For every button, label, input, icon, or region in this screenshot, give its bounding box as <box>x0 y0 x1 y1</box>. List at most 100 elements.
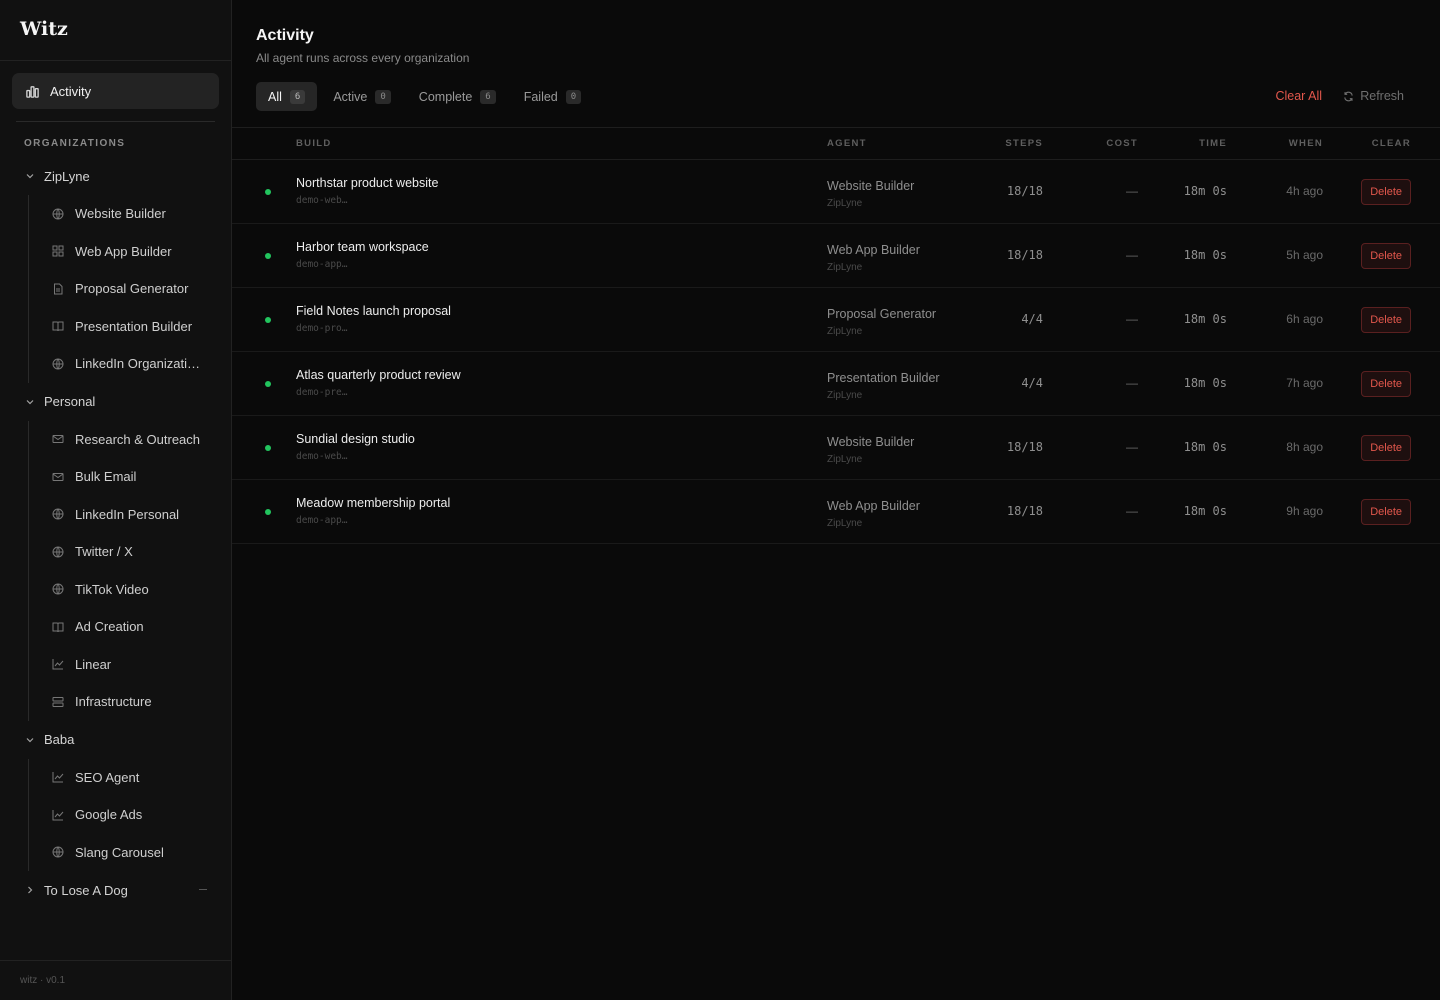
app-root: Witz Activity ORGANIZATIONS ZipLyne Websi… <box>0 0 1440 1000</box>
sidebar-agent-item[interactable]: Research & Outreach <box>0 421 231 459</box>
cost-value: — <box>1126 440 1138 454</box>
tab-failed[interactable]: Failed 0 <box>512 82 593 111</box>
when-value: 5h ago <box>1286 248 1323 262</box>
agent-name: Website Builder <box>827 179 915 193</box>
delete-button[interactable]: Delete <box>1361 307 1411 333</box>
sidebar-agent-label: Bulk Email <box>75 469 137 485</box>
sidebar-agent-label: TikTok Video <box>75 581 149 597</box>
build-title: Field Notes launch proposal <box>296 304 451 318</box>
build-title: Harbor team workspace <box>296 240 429 254</box>
tab-active[interactable]: Active 0 <box>321 82 402 111</box>
sidebar-agent-label: LinkedIn Organizati… <box>75 356 201 372</box>
org-tree: ZipLyne Website Builder Web App Builder Pro… <box>0 157 231 909</box>
agent-name: Website Builder <box>827 435 915 449</box>
sidebar-agent-item[interactable]: TikTok Video <box>0 571 231 609</box>
agent-name: Web App Builder <box>827 499 920 513</box>
sidebar-agent-label: Twitter / X <box>75 544 133 560</box>
steps-value: 4/4 <box>1021 376 1043 390</box>
org-header[interactable]: To Lose A Dog <box>0 871 231 909</box>
sidebar-agent-label: Proposal Generator <box>75 281 189 297</box>
org-children: Research & Outreach Bulk Email LinkedIn Pe… <box>0 420 231 721</box>
sidebar-agent-item[interactable]: Bulk Email <box>0 458 231 496</box>
table-row[interactable]: Northstar product website demo-web… Webs… <box>232 160 1440 224</box>
sidebar-agent-item[interactable]: Twitter / X <box>0 533 231 571</box>
nav-activity-label: Activity <box>50 83 92 99</box>
chevron-down-icon <box>26 399 34 404</box>
when-value: 4h ago <box>1286 184 1323 198</box>
filter-tabs: All 6 Active 0 Complete 6 Failed 0 <box>256 82 597 111</box>
agent-org: ZipLyne <box>827 262 863 273</box>
table-row[interactable]: Meadow membership portal demo-app… Web A… <box>232 480 1440 544</box>
mail-icon <box>52 435 64 444</box>
app-grid-icon <box>52 245 64 257</box>
table-row[interactable]: Harbor team workspace demo-app… Web App … <box>232 224 1440 288</box>
build-slug: demo-web… <box>296 451 348 462</box>
sidebar-agent-item[interactable]: Google Ads <box>0 796 231 834</box>
steps-value: 18/18 <box>1006 184 1043 198</box>
refresh-button[interactable]: Refresh <box>1343 89 1404 103</box>
table-row[interactable]: Atlas quarterly product review demo-pre…… <box>232 352 1440 416</box>
refresh-icon <box>1344 91 1353 101</box>
org-header[interactable]: ZipLyne <box>0 157 231 195</box>
time-value: 18m 0s <box>1183 376 1227 390</box>
table-row[interactable]: Field Notes launch proposal demo-pro… Pr… <box>232 288 1440 352</box>
col-build: BUILD <box>296 138 332 149</box>
tab-count-badge: 6 <box>289 89 306 104</box>
sidebar-agent-item[interactable]: Ad Creation <box>0 608 231 646</box>
collapsed-indicator <box>199 889 207 890</box>
sidebar-agent-item[interactable]: Proposal Generator <box>0 270 231 308</box>
when-value: 6h ago <box>1286 312 1323 326</box>
cost-value: — <box>1126 184 1138 198</box>
time-value: 18m 0s <box>1183 440 1227 454</box>
table-row[interactable]: Sundial design studio demo-web… Website … <box>232 416 1440 480</box>
chart-icon <box>52 659 64 670</box>
nav-activity[interactable]: Activity <box>12 73 219 109</box>
chevron-down-icon <box>26 737 34 742</box>
org-group: Baba SEO Agent Google Ads Slang Carousel <box>0 721 231 872</box>
refresh-label: Refresh <box>1360 89 1404 103</box>
clear-all-button[interactable]: Clear All <box>1275 89 1322 103</box>
delete-button[interactable]: Delete <box>1361 243 1411 269</box>
agent-org: ZipLyne <box>827 518 863 529</box>
sidebar-agent-item[interactable]: Website Builder <box>0 195 231 233</box>
chart-icon <box>52 809 64 821</box>
sidebar-agent-item[interactable]: Infrastructure <box>0 683 231 721</box>
main-panel: Activity All agent runs across every org… <box>232 0 1440 1000</box>
steps-value: 18/18 <box>1006 248 1043 262</box>
org-header[interactable]: Baba <box>0 721 231 759</box>
tab-all[interactable]: All 6 <box>256 82 318 111</box>
sidebar-agent-item[interactable]: LinkedIn Organizati… <box>0 345 231 383</box>
sidebar-agent-item[interactable]: Slang Carousel <box>0 834 231 872</box>
delete-button[interactable]: Delete <box>1361 435 1411 461</box>
col-cost: COST <box>1106 138 1138 149</box>
sidebar-agent-item[interactable]: SEO Agent <box>0 759 231 797</box>
delete-button[interactable]: Delete <box>1361 179 1411 205</box>
col-time: TIME <box>1199 138 1227 149</box>
globe-icon <box>52 546 64 558</box>
page-title: Activity <box>256 27 314 44</box>
when-value: 7h ago <box>1286 376 1323 390</box>
logo: Witz <box>0 0 231 61</box>
org-name: Personal <box>44 394 96 409</box>
tab-label: Active <box>333 89 368 104</box>
status-dot <box>265 317 271 323</box>
org-header[interactable]: Personal <box>0 383 231 421</box>
tab-complete[interactable]: Complete 6 <box>407 82 508 111</box>
org-group: Personal Research & Outreach Bulk Email Lin… <box>0 383 231 721</box>
sidebar-agent-item[interactable]: Presentation Builder <box>0 308 231 346</box>
delete-button[interactable]: Delete <box>1361 371 1411 397</box>
build-title: Atlas quarterly product review <box>296 368 461 382</box>
time-value: 18m 0s <box>1183 248 1227 262</box>
steps-value: 4/4 <box>1021 312 1043 326</box>
sidebar-agent-item[interactable]: LinkedIn Personal <box>0 496 231 534</box>
book-icon <box>52 622 64 632</box>
sidebar-agent-item[interactable]: Web App Builder <box>0 233 231 271</box>
build-title: Meadow membership portal <box>296 496 451 510</box>
sidebar-agent-label: Ad Creation <box>75 619 144 635</box>
delete-button[interactable]: Delete <box>1361 499 1411 525</box>
globe-icon <box>52 508 64 520</box>
sidebar-agent-item[interactable]: Linear <box>0 646 231 684</box>
steps-value: 18/18 <box>1006 440 1043 454</box>
chevron-right-icon <box>28 886 33 894</box>
page-subtitle: All agent runs across every organization <box>256 51 470 65</box>
